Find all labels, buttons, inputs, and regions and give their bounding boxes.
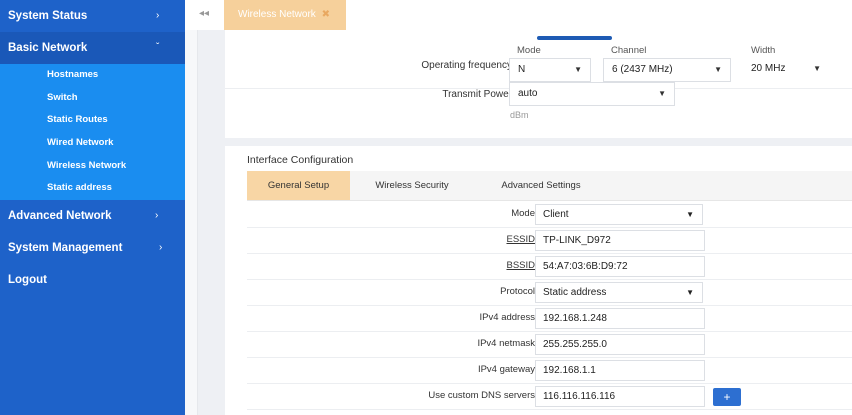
essid-row: ESSID TP-LINK_D972	[247, 227, 852, 254]
essid-input[interactable]: TP-LINK_D972	[535, 230, 705, 251]
tab-wireless-network[interactable]: Wireless Network ✖	[224, 0, 346, 30]
nav-system-status-label: System Status	[8, 10, 88, 22]
collapse-sidebar-icon[interactable]: ◂◂	[199, 8, 209, 19]
chevron-right-icon: ›	[155, 210, 159, 222]
transmit-power-select[interactable]: auto ▼	[509, 82, 675, 106]
ipv4-address-label: IPv4 address	[479, 312, 535, 323]
nav-basic-network[interactable]: Basic Network ˇ	[0, 32, 185, 64]
sidebar-item-static-address[interactable]: Static address	[0, 177, 185, 200]
bssid-label[interactable]: BSSID	[506, 253, 535, 279]
dns-label: Use custom DNS servers	[428, 390, 535, 401]
sidebar-item-wireless-network[interactable]: Wireless Network	[0, 155, 185, 178]
ipv4-gateway-input[interactable]: 192.168.1.1	[535, 360, 705, 381]
bssid-input[interactable]: 54:A7:03:6B:D9:72	[535, 256, 705, 277]
essid-label[interactable]: ESSID	[506, 227, 535, 253]
ipv4-netmask-label: IPv4 netmask	[477, 338, 535, 349]
main-content: Operating frequency Mode Channel Width N…	[198, 30, 852, 415]
protocol-value: Static address	[543, 287, 607, 298]
tab-label: Wireless Network	[238, 9, 316, 20]
section-title: Interface Configuration	[247, 154, 354, 166]
caret-down-icon: ▼	[574, 65, 582, 74]
sidebar-item-static-routes[interactable]: Static Routes	[0, 109, 185, 132]
tab-wireless-security[interactable]: Wireless Security	[360, 171, 464, 200]
sidebar-item-switch[interactable]: Switch	[0, 87, 185, 110]
protocol-row: Protocol Static address ▼	[247, 279, 852, 306]
ipv4-netmask-input[interactable]: 255.255.255.0	[535, 334, 705, 355]
channel-select[interactable]: 6 (2437 MHz) ▼	[603, 58, 731, 82]
operating-frequency-label: Operating frequency	[421, 60, 512, 71]
chevron-right-icon: ›	[156, 10, 160, 21]
caret-down-icon: ▼	[686, 210, 694, 219]
tab-advanced-settings[interactable]: Advanced Settings	[482, 171, 600, 200]
mode-row: Mode Client ▼	[247, 201, 852, 228]
interface-configuration-panel: Interface Configuration General Setup Wi…	[225, 146, 852, 415]
dns-row: Use custom DNS servers 116.116.116.116 +	[247, 383, 852, 410]
basic-network-submenu: Hostnames Switch Static Routes Wired Net…	[0, 64, 185, 201]
chevron-right-icon: ›	[159, 242, 163, 254]
sidebar-item-hostnames[interactable]: Hostnames	[0, 64, 185, 87]
channel-select-value: 6 (2437 MHz)	[612, 64, 673, 75]
radio-settings-panel: Operating frequency Mode Channel Width N…	[225, 30, 852, 138]
close-icon[interactable]: ✖	[322, 9, 330, 20]
content-gutter	[185, 30, 198, 415]
nav-system-management-label: System Management	[8, 242, 123, 255]
transmit-power-unit: dBm	[510, 110, 529, 120]
caret-down-icon: ▼	[658, 89, 666, 98]
mode-select[interactable]: N ▼	[509, 58, 591, 82]
transmit-power-label: Transmit Power	[442, 89, 512, 100]
mode-label: Mode	[511, 208, 535, 219]
protocol-label: Protocol	[500, 286, 535, 297]
sidebar-item-wired-network[interactable]: Wired Network	[0, 132, 185, 155]
nav-logout-label: Logout	[8, 274, 47, 287]
tab-general-setup[interactable]: General Setup	[247, 171, 350, 200]
caret-down-icon: ▼	[686, 288, 694, 297]
dns-input[interactable]: 116.116.116.116	[535, 386, 705, 407]
ipv4-address-row: IPv4 address 192.168.1.248	[247, 305, 852, 332]
mode-sublabel: Mode	[517, 45, 541, 56]
ipv4-netmask-row: IPv4 netmask 255.255.255.0	[247, 331, 852, 358]
bssid-row: BSSID 54:A7:03:6B:D9:72	[247, 253, 852, 280]
width-select-value: 20 MHz	[751, 63, 786, 74]
tab-bar: ◂◂ Wireless Network ✖	[185, 0, 852, 31]
ipv4-address-input[interactable]: 192.168.1.248	[535, 308, 705, 329]
nav-logout[interactable]: Logout	[0, 264, 185, 296]
ipv4-gateway-label: IPv4 gateway	[477, 364, 535, 375]
protocol-dropdown[interactable]: Static address ▼	[535, 282, 703, 303]
ipv4-gateway-row: IPv4 gateway 192.168.1.1	[247, 357, 852, 384]
nav-basic-network-label: Basic Network	[8, 42, 88, 54]
nav-system-management[interactable]: System Management ›	[0, 232, 185, 264]
transmit-power-row: Transmit Power auto ▼ dBm	[225, 82, 852, 134]
add-dns-button[interactable]: +	[713, 388, 741, 406]
config-tabs: General Setup Wireless Security Advanced…	[247, 171, 852, 201]
mode-value: Client	[543, 209, 569, 220]
chevron-down-icon: ˇ	[156, 42, 160, 53]
nav-advanced-network-label: Advanced Network	[8, 210, 112, 223]
channel-sublabel: Channel	[611, 45, 647, 56]
nav-system-status[interactable]: System Status ›	[0, 0, 185, 32]
caret-down-icon: ▼	[813, 64, 821, 73]
sidebar: System Status › Basic Network ˇ Hostname…	[0, 0, 185, 415]
width-select[interactable]: 20 MHz ▼	[743, 58, 829, 82]
transmit-power-value: auto	[518, 88, 538, 99]
mode-dropdown[interactable]: Client ▼	[535, 204, 703, 225]
mode-select-value: N	[518, 64, 526, 75]
caret-down-icon: ▼	[714, 65, 722, 74]
width-sublabel: Width	[751, 45, 776, 56]
nav-advanced-network[interactable]: Advanced Network ›	[0, 200, 185, 232]
